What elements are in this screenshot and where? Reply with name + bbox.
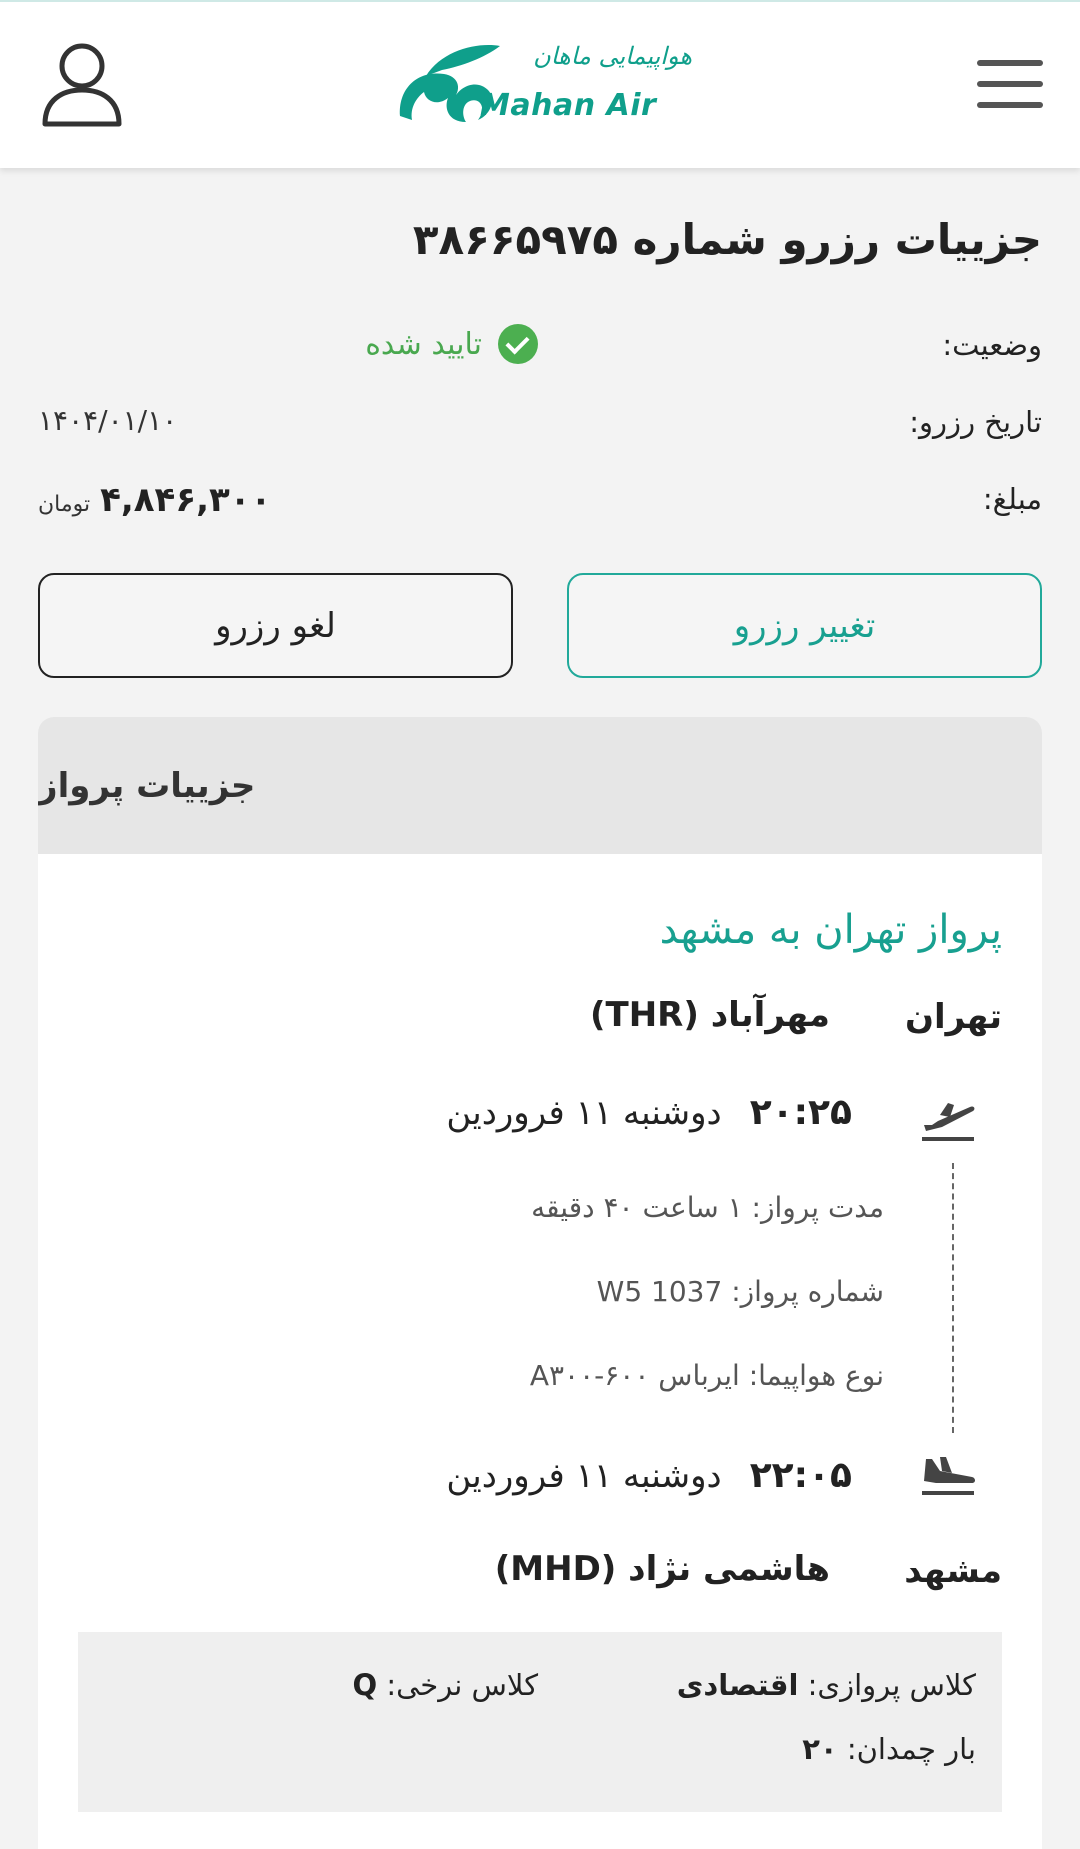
departure-date: دوشنبه ۱۱ فروردین [446,1093,722,1133]
flight-details-card: جزییات پرواز پرواز تهران به مشهد تهران م… [38,717,1042,1849]
baggage-allowance: بار چمدان: ۲۰ [802,1732,976,1766]
amount-currency: تومان [38,492,91,517]
arrival-time: ۲۲:۰۵ [749,1455,852,1496]
plane-landing-icon [918,1449,978,1499]
logo-text: Mahan Air [480,88,657,123]
destination-city: مشهد [904,1551,1002,1591]
departure-time: ۲۰:۲۵ [749,1092,852,1133]
route-line [952,1163,954,1433]
plane-takeoff-icon [918,1095,978,1145]
flight-number: شماره پرواز: W5 1037 [596,1275,884,1308]
booking-date-label: تاریخ رزرو: [909,405,1042,439]
destination-airport: هاشمی نژاد (MHD) [494,1549,830,1589]
arrival-time-row: ۲۲:۰۵ دوشنبه ۱۱ فروردین [446,1455,852,1496]
user-profile-icon[interactable] [40,38,124,130]
mahan-air-logo[interactable]: هواپیمایی ماهان Mahan Air [392,36,692,132]
logo-text-persian: هواپیمایی ماهان [533,42,692,70]
origin-airport: مهرآباد (THR) [589,995,830,1035]
booking-date-value: ۱۴۰۴/۰۱/۱۰ [38,404,178,437]
page-title: جزییات رزرو شماره ۳۸۶۶۵۹۷۵ [412,215,1042,264]
fare-info-box: کلاس پروازی: اقتصادی کلاس نرخی: Q بار چم… [78,1632,1002,1812]
arrival-date: دوشنبه ۱۱ فروردین [446,1456,722,1496]
status-label: وضعیت: [942,328,1042,362]
check-circle-icon [498,324,538,364]
flight-duration: مدت پرواز: ۱ ساعت ۴۰ دقیقه [531,1191,884,1224]
fare-class: کلاس نرخی: Q [352,1668,538,1702]
cancel-booking-button[interactable]: لغو رزرو [38,573,513,678]
amount-label: مبلغ: [982,482,1042,516]
status-value: تایید شده [365,326,482,362]
status-badge: تایید شده [38,324,538,364]
amount-value: ۴,۸۴۶,۳۰۰ [100,480,272,520]
route-title: پرواز تهران به مشهد [659,907,1002,953]
change-booking-button[interactable]: تغییر رزرو [567,573,1042,678]
amount: تومان ۴,۸۴۶,۳۰۰ [38,480,538,520]
app-header: هواپیمایی ماهان Mahan Air [0,0,1080,168]
aircraft-type: نوع هواپیما: ایرباس ۶۰۰-A۳۰۰ [529,1359,884,1392]
cabin-class: کلاس پروازی: اقتصادی [676,1668,976,1702]
hamburger-menu-icon[interactable] [975,57,1045,113]
flight-details-header: جزییات پرواز [38,717,1042,854]
departure-time-row: ۲۰:۲۵ دوشنبه ۱۱ فروردین [446,1092,852,1133]
origin-city: تهران [904,997,1002,1037]
